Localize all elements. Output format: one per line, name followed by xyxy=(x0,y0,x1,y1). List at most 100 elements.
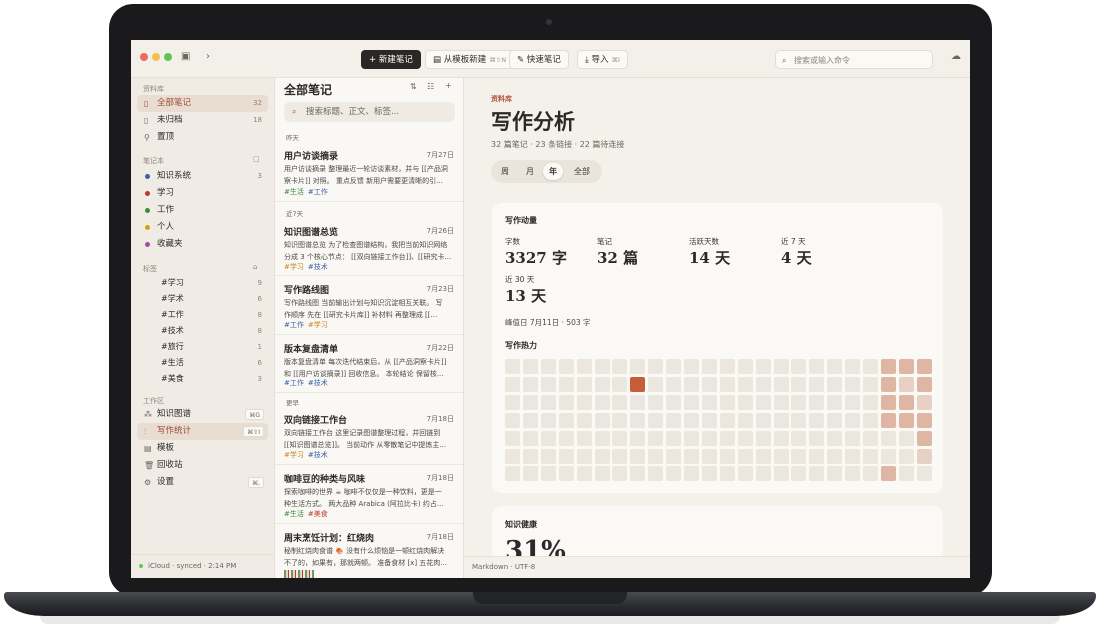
tag-icon[interactable]: ⌂ xyxy=(253,263,257,271)
heatmap-cell[interactable] xyxy=(630,376,646,392)
heatmap-cell[interactable] xyxy=(684,466,699,482)
heatmap-cell[interactable] xyxy=(630,466,646,482)
heatmap-cell[interactable] xyxy=(594,359,610,374)
heatmap-cell[interactable] xyxy=(505,359,520,374)
heatmap-cell[interactable] xyxy=(684,394,699,410)
heatmap-cell[interactable] xyxy=(737,394,753,410)
sidebar-item-templates[interactable]: ▤ 模板 xyxy=(137,440,268,457)
sidebar-tag[interactable]: #学习 9 xyxy=(137,275,268,291)
heatmap-cell[interactable] xyxy=(863,394,878,410)
heatmap-cell[interactable] xyxy=(737,376,753,392)
new-note-button[interactable]: + 新建笔记 xyxy=(361,50,421,69)
heatmap-cell[interactable] xyxy=(576,376,592,392)
heatmap-cell[interactable] xyxy=(505,430,520,446)
heatmap-cell[interactable] xyxy=(594,466,610,482)
heatmap-cell[interactable] xyxy=(594,430,610,446)
heatmap-cell[interactable] xyxy=(916,448,932,464)
sort-icon[interactable]: ⇅ xyxy=(410,82,417,91)
heatmap-cell[interactable] xyxy=(612,448,628,464)
heatmap-cell[interactable] xyxy=(791,466,807,482)
heatmap-cell[interactable] xyxy=(755,412,771,428)
heatmap-cell[interactable] xyxy=(791,359,807,374)
heatmap-cell[interactable] xyxy=(755,376,771,392)
sidebar-item-notebook-knowledge[interactable]: 知识系统 3 xyxy=(137,168,268,185)
heatmap-cell[interactable] xyxy=(684,376,699,392)
heatmap-cell[interactable] xyxy=(630,394,646,410)
heatmap-cell[interactable] xyxy=(916,412,932,428)
heatmap-cell[interactable] xyxy=(898,359,914,374)
heatmap-cell[interactable] xyxy=(522,466,538,482)
heatmap-cell[interactable] xyxy=(630,412,646,428)
heatmap-cell[interactable] xyxy=(863,412,878,428)
heatmap-cell[interactable] xyxy=(737,359,753,374)
heatmap-cell[interactable] xyxy=(630,359,646,374)
heatmap-cell[interactable] xyxy=(916,466,932,482)
heatmap-cell[interactable] xyxy=(558,412,574,428)
zoom-window-button[interactable] xyxy=(164,53,172,61)
sidebar-item-notebook-study[interactable]: 学习 xyxy=(137,185,268,202)
heatmap-cell[interactable] xyxy=(612,466,628,482)
heatmap-cell[interactable] xyxy=(755,359,771,374)
heatmap-cell[interactable] xyxy=(648,376,664,392)
sidebar-item-writing-stats[interactable]: ⫶ 写作统计 ⌘⇧I xyxy=(137,423,268,440)
filter-icon[interactable]: ☷ xyxy=(427,82,434,91)
heatmap-cell[interactable] xyxy=(594,394,610,410)
segment-all[interactable]: 全部 xyxy=(566,163,598,180)
heatmap-cell[interactable] xyxy=(898,394,914,410)
heatmap-cell[interactable] xyxy=(594,448,610,464)
note-search-input[interactable]: ⌕ 搜索标题、正文、标签... xyxy=(284,102,455,122)
heatmap-cell[interactable] xyxy=(594,412,610,428)
command-search-input[interactable]: ⌕ 搜索或输入命令 xyxy=(775,50,933,69)
heatmap-cell[interactable] xyxy=(612,412,628,428)
sidebar-item-unarchived[interactable]: ▯ 未归档 18 xyxy=(137,112,268,129)
heatmap-cell[interactable] xyxy=(880,394,896,410)
note-item[interactable]: 咖啡豆的种类与风味 7月18日 探索咖啡的世界 ☕ 咖啡不仅仅是一种饮料，更是一… xyxy=(275,465,463,524)
heatmap-cell[interactable] xyxy=(827,466,843,482)
heatmap-cell[interactable] xyxy=(576,466,592,482)
heatmap-cell[interactable] xyxy=(809,448,825,464)
sidebar-item-notebook-work[interactable]: 工作 xyxy=(137,202,268,219)
segment-week[interactable]: 周 xyxy=(495,163,515,180)
heatmap-cell[interactable] xyxy=(863,466,878,482)
heatmap-cell[interactable] xyxy=(773,448,789,464)
heatmap-cell[interactable] xyxy=(540,376,556,392)
heatmap-cell[interactable] xyxy=(737,430,753,446)
import-button[interactable]: ⤓ 导入 ⌘I xyxy=(577,50,628,69)
heatmap-cell[interactable] xyxy=(755,448,771,464)
heatmap-cell[interactable] xyxy=(576,430,592,446)
heatmap-cell[interactable] xyxy=(773,466,789,482)
heatmap-cell[interactable] xyxy=(576,359,592,374)
heatmap-cell[interactable] xyxy=(827,448,843,464)
heatmap-cell[interactable] xyxy=(773,412,789,428)
sidebar-tag[interactable]: #技术 8 xyxy=(137,323,268,339)
note-item[interactable]: 双向链接工作台 7月18日 双向链接工作台 这里记录图谱整理过程，并回链到 [[知… xyxy=(275,406,463,465)
heatmap-cell[interactable] xyxy=(827,412,843,428)
heatmap-cell[interactable] xyxy=(522,412,538,428)
heatmap-cell[interactable] xyxy=(773,376,789,392)
chevron-right-icon[interactable]: › xyxy=(206,51,210,62)
quick-note-button[interactable]: ✎ 快速笔记 xyxy=(509,50,569,69)
heatmap-cell[interactable] xyxy=(809,359,825,374)
notebook-icon[interactable]: ▢ xyxy=(253,155,260,163)
heatmap-cell[interactable] xyxy=(898,412,914,428)
note-item[interactable]: 版本复盘清单 7月22日 版本复盘清单 每次迭代结束后，从 [[产品洞察卡片]]… xyxy=(275,335,463,393)
heatmap-cell[interactable] xyxy=(737,448,753,464)
heatmap-cell[interactable] xyxy=(540,430,556,446)
heatmap-cell[interactable] xyxy=(684,359,699,374)
heatmap-cell[interactable] xyxy=(845,359,861,374)
heatmap-cell[interactable] xyxy=(809,412,825,428)
heatmap-cell[interactable] xyxy=(666,448,682,464)
heatmap-cell[interactable] xyxy=(701,448,717,464)
heatmap-cell[interactable] xyxy=(540,359,556,374)
heatmap-cell[interactable] xyxy=(880,376,896,392)
heatmap-cell[interactable] xyxy=(648,394,664,410)
heatmap-cell[interactable] xyxy=(540,412,556,428)
heatmap-cell[interactable] xyxy=(880,430,896,446)
note-item[interactable]: 知识图谱总览 7月26日 知识图谱总览 为了检查图谱结构，我把当前知识网络 分成 … xyxy=(275,218,463,276)
heatmap-cell[interactable] xyxy=(737,412,753,428)
heatmap-cell[interactable] xyxy=(719,466,735,482)
breadcrumb[interactable]: 资料库 xyxy=(491,94,512,104)
heatmap-cell[interactable] xyxy=(666,466,682,482)
cloud-icon[interactable]: ☁ xyxy=(951,51,961,62)
heatmap-cell[interactable] xyxy=(773,394,789,410)
